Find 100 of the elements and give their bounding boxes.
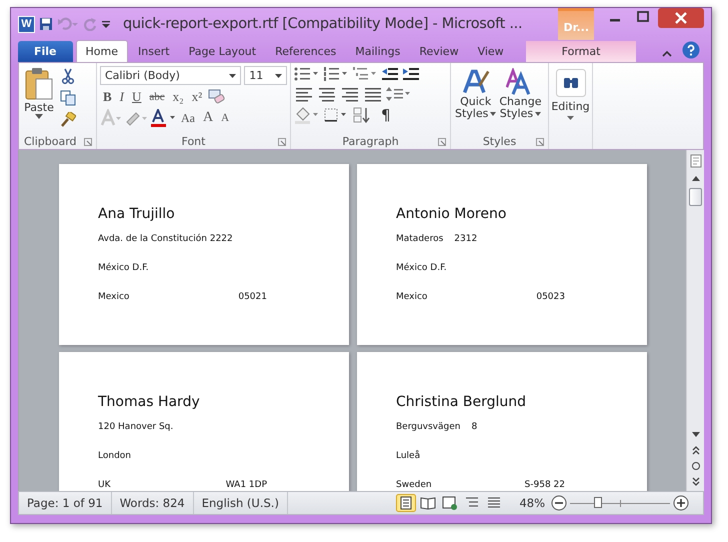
window-title: quick-report-export.rtf [Compatibility Mode] - Microsoft ... xyxy=(123,16,522,32)
address-text: London xyxy=(98,451,131,463)
caret-icon xyxy=(490,112,496,116)
align-icon[interactable] xyxy=(363,86,383,102)
paste-button[interactable]: Paste xyxy=(22,66,56,133)
dialog-launcher-icon[interactable] xyxy=(84,138,92,146)
address-text: 8 xyxy=(471,422,478,434)
format-button[interactable]: abc xyxy=(146,91,168,103)
ruler-toggle-icon[interactable] xyxy=(690,154,702,168)
dialog-launcher-icon[interactable] xyxy=(536,138,544,146)
address-text: Mataderos xyxy=(396,234,444,246)
scroll-up-icon[interactable] xyxy=(690,174,700,182)
dialog-launcher-icon[interactable] xyxy=(438,138,446,146)
format-button[interactable]: B xyxy=(100,89,115,105)
vertical-scrollbar[interactable] xyxy=(686,150,704,491)
customer-name: Thomas Hardy xyxy=(98,394,201,410)
ribbon-tab[interactable]: Mailings xyxy=(346,41,410,62)
ribbon-tab[interactable]: Review xyxy=(410,41,468,62)
ribbon-tab[interactable]: References xyxy=(266,41,346,62)
show-formatting-button[interactable]: ¶ xyxy=(375,106,397,124)
close-icon[interactable] xyxy=(658,8,704,28)
address-text: México D.F. xyxy=(98,263,149,275)
line-spacing-icon[interactable] xyxy=(386,86,412,102)
copy-icon[interactable] xyxy=(60,90,76,106)
address-text: S-958 22 xyxy=(524,480,565,491)
next-page-icon[interactable] xyxy=(690,477,700,487)
decrease-indent-icon[interactable] xyxy=(381,66,399,82)
sort-icon[interactable] xyxy=(352,106,372,124)
zoom-level[interactable]: 48% xyxy=(519,496,545,510)
contextual-tab-group: Dr... xyxy=(558,8,594,40)
change-styles-button[interactable]: Change Styles xyxy=(498,66,542,133)
dialog-launcher-icon[interactable] xyxy=(278,138,286,146)
address-text: Luleå xyxy=(396,451,420,463)
scroll-thumb[interactable] xyxy=(689,188,702,206)
font-size-field[interactable]: 11 xyxy=(244,66,287,85)
align-icon[interactable] xyxy=(340,86,360,102)
ribbon-tab[interactable]: Home xyxy=(76,40,128,62)
previous-page-icon[interactable] xyxy=(690,445,700,455)
increase-indent-icon[interactable] xyxy=(402,66,420,82)
address-text: Mexico xyxy=(396,292,428,304)
caret-icon xyxy=(35,114,43,119)
word-app-icon[interactable]: W xyxy=(18,16,35,32)
help-icon[interactable] xyxy=(682,41,700,59)
word-count[interactable]: Words: 824 xyxy=(112,492,194,514)
print-layout-icon[interactable] xyxy=(396,494,416,512)
file-tab[interactable]: File xyxy=(18,41,73,62)
clear-formatting-icon[interactable] xyxy=(207,89,226,105)
multilevel-list-icon[interactable] xyxy=(352,66,378,82)
scroll-down-icon[interactable] xyxy=(690,431,700,439)
minimize-ribbon-icon[interactable] xyxy=(661,49,673,59)
zoom-out-icon[interactable] xyxy=(551,495,567,511)
ribbon-tab[interactable]: Format xyxy=(526,41,636,62)
group-label: Clipboard xyxy=(24,134,77,148)
ribbon-tab[interactable]: Page Layout xyxy=(180,41,266,62)
group-label: Styles xyxy=(482,134,516,148)
address-text: UK xyxy=(98,480,110,491)
format-button[interactable]: x₂ xyxy=(170,89,187,105)
customer-name: Ana Trujillo xyxy=(98,206,176,222)
cut-icon[interactable] xyxy=(60,68,76,84)
address-text: 2312 xyxy=(454,234,478,246)
bullets-icon[interactable] xyxy=(294,66,320,82)
zoom-slider-thumb[interactable] xyxy=(594,497,602,508)
grow-font-button[interactable]: A xyxy=(200,110,216,126)
styles-letter-icon xyxy=(462,68,490,96)
format-button[interactable]: I xyxy=(116,89,128,105)
address-text: Avda. de la Constitución 2222 xyxy=(98,234,233,246)
save-icon[interactable] xyxy=(39,17,53,31)
customer-name: Antonio Moreno xyxy=(396,206,508,222)
align-icon[interactable] xyxy=(317,86,337,102)
address-text: 05023 xyxy=(536,292,565,304)
quick-styles-button[interactable]: Quick Styles xyxy=(454,66,498,133)
browse-object-icon[interactable] xyxy=(690,461,700,471)
borders-icon[interactable] xyxy=(323,107,349,123)
clipboard-icon xyxy=(24,67,54,101)
numbering-icon[interactable] xyxy=(323,66,349,82)
zoom-in-icon[interactable] xyxy=(673,495,689,511)
caret-icon xyxy=(567,116,574,120)
font-name-field[interactable]: Calibri (Body) xyxy=(100,66,242,85)
address-text: Berguvsvägen xyxy=(396,422,460,434)
ribbon-tab[interactable]: Insert xyxy=(129,41,179,62)
address-text: México D.F. xyxy=(396,263,447,275)
format-button[interactable]: U xyxy=(129,89,144,105)
page-count[interactable]: Page: 1 of 91 xyxy=(19,492,112,514)
address-text: 05021 xyxy=(238,292,267,304)
change-case-button[interactable]: Aa xyxy=(178,110,198,126)
address-text: WA1 1DP xyxy=(226,480,267,491)
address-text: 120 Hanover Sq. xyxy=(98,422,174,434)
font-color-icon[interactable] xyxy=(150,109,176,127)
customer-name: Christina Berglund xyxy=(396,394,528,410)
caret-icon xyxy=(275,74,282,78)
editing-button[interactable]: Editing xyxy=(552,66,589,123)
language-indicator[interactable]: English (U.S.) xyxy=(194,492,288,514)
shrink-font-button[interactable]: A xyxy=(218,112,232,124)
format-button[interactable]: x² xyxy=(188,89,206,105)
align-icon[interactable] xyxy=(294,86,314,102)
caret-icon xyxy=(229,74,236,78)
group-label: Paragraph xyxy=(342,134,399,148)
zoom-slider[interactable] xyxy=(570,496,670,510)
ribbon-tab[interactable]: View xyxy=(468,41,513,62)
group-label: Font xyxy=(182,134,206,148)
